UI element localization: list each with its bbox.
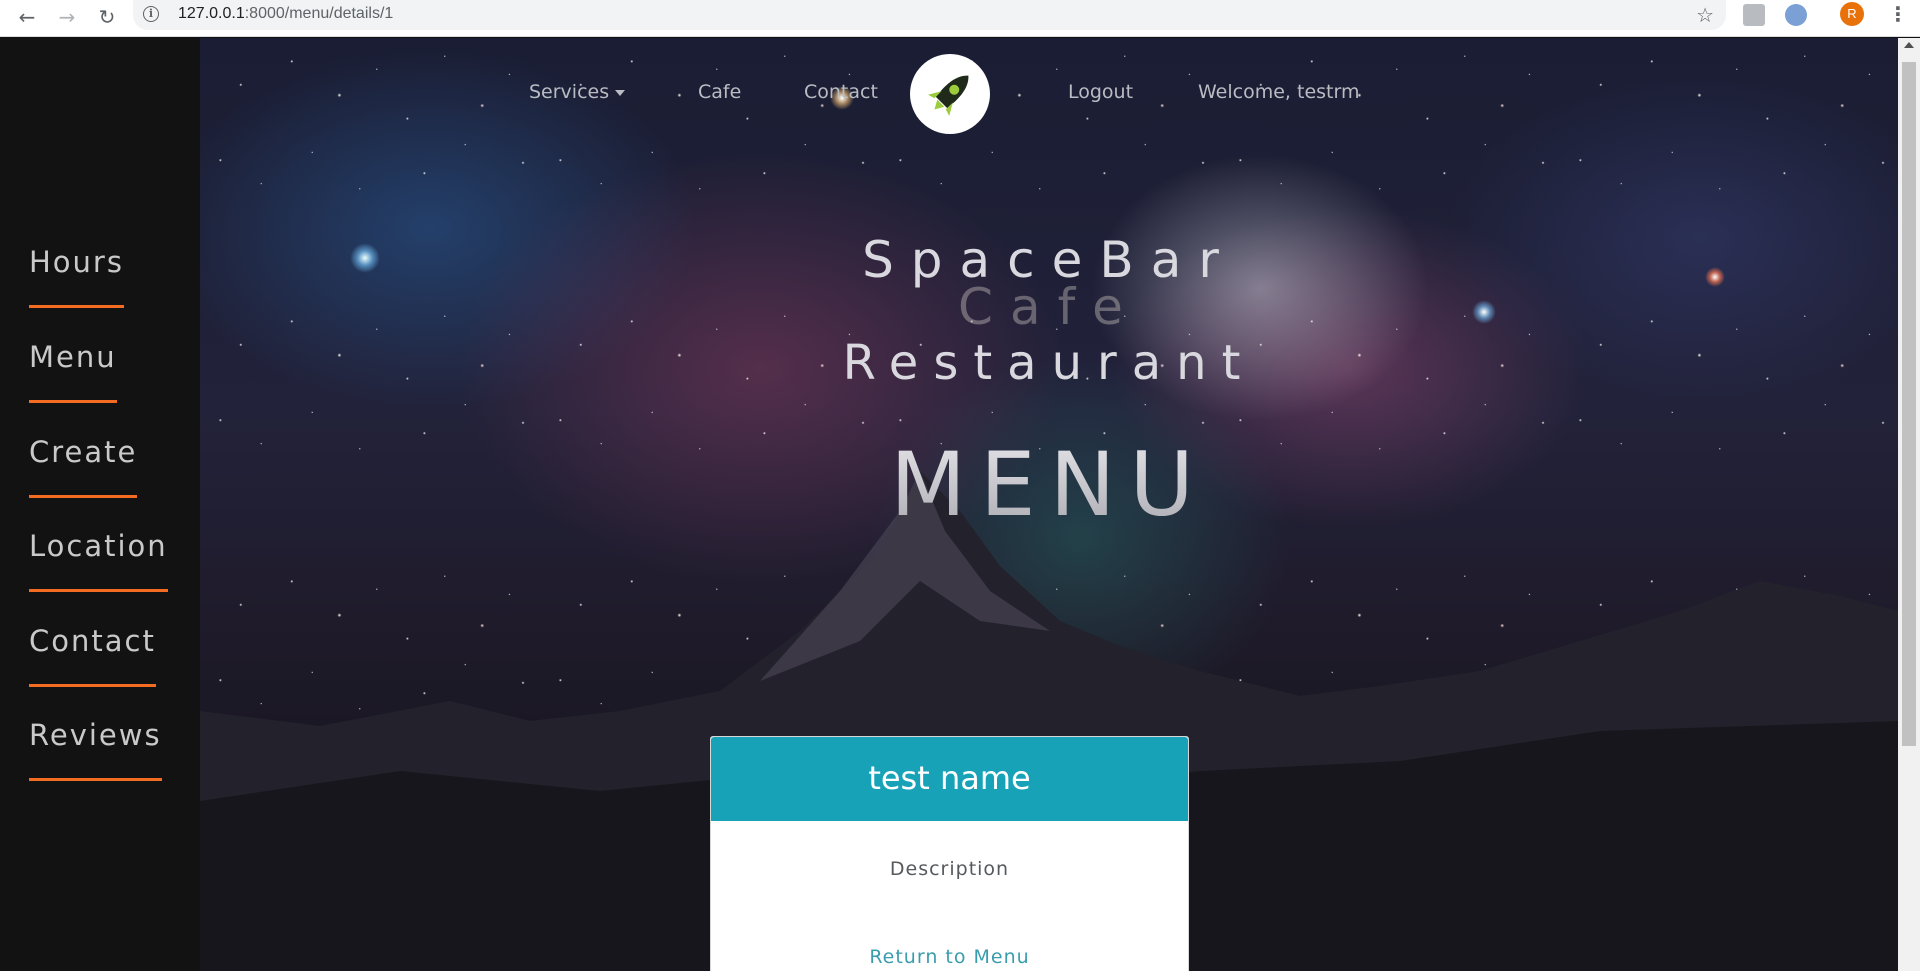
- menu-dots-icon[interactable]: ⋮: [1888, 2, 1908, 28]
- scrollbar-thumb[interactable]: [1902, 62, 1916, 746]
- star-icon[interactable]: ☆: [1696, 3, 1714, 27]
- sidebar-item-menu[interactable]: Menu: [29, 340, 117, 403]
- menu-item-description: Description: [889, 858, 1010, 880]
- return-to-menu-link[interactable]: Return to Menu: [711, 946, 1188, 968]
- url-text[interactable]: 127.0.0.1:8000/menu/details/1: [178, 5, 393, 23]
- url-path: :8000/menu/details/1: [244, 5, 394, 22]
- reload-icon[interactable]: ↻: [92, 2, 122, 32]
- nav-cafe-link[interactable]: Cafe: [698, 81, 741, 103]
- sidebar: Hours Menu Create Location Contact Revie…: [0, 38, 200, 971]
- browser-toolbar: ← → ↻ i 127.0.0.1:8000/menu/details/1 ☆ …: [0, 0, 1920, 37]
- hero-title-cafe: Cafe: [958, 278, 1140, 336]
- menu-item-card: test name Description Return to Menu: [710, 736, 1189, 971]
- sidebar-item-create[interactable]: Create: [29, 435, 138, 498]
- back-arrow-icon[interactable]: ←: [12, 2, 42, 32]
- url-host: 127.0.0.1: [178, 5, 245, 22]
- extension-icon[interactable]: [1743, 4, 1765, 26]
- sidebar-item-reviews[interactable]: Reviews: [29, 718, 162, 781]
- page-scrollbar[interactable]: [1898, 38, 1920, 971]
- sidebar-item-contact[interactable]: Contact: [29, 624, 156, 687]
- sidebar-item-hours[interactable]: Hours: [29, 245, 124, 308]
- rocket-icon[interactable]: [910, 54, 990, 134]
- hero-section: Services Cafe Contact Logout Welcome, te…: [200, 38, 1898, 971]
- nav-services-label: Services: [529, 81, 610, 103]
- hero-title-restaurant: Restaurant: [842, 335, 1256, 391]
- top-navigation: Services Cafe Contact Logout Welcome, te…: [200, 38, 1898, 138]
- profile-avatar[interactable]: R: [1840, 2, 1864, 26]
- info-icon[interactable]: i: [143, 6, 159, 22]
- welcome-text: Welcome, testrm: [1198, 81, 1360, 103]
- page-heading-menu: MENU: [200, 433, 1898, 536]
- chevron-down-icon: [615, 89, 626, 96]
- scroll-up-arrow-icon[interactable]: [1904, 42, 1914, 48]
- address-bar[interactable]: i 127.0.0.1:8000/menu/details/1 ☆: [133, 0, 1726, 30]
- menu-item-name: test name: [711, 737, 1188, 821]
- nav-services-dropdown[interactable]: Services: [529, 81, 626, 103]
- sidebar-item-location[interactable]: Location: [29, 529, 168, 592]
- extension-icon[interactable]: [1785, 4, 1807, 26]
- nav-logout-link[interactable]: Logout: [1068, 81, 1133, 103]
- forward-arrow-icon[interactable]: →: [52, 2, 82, 32]
- nav-contact-link[interactable]: Contact: [804, 81, 878, 103]
- page: Hours Menu Create Location Contact Revie…: [0, 38, 1920, 971]
